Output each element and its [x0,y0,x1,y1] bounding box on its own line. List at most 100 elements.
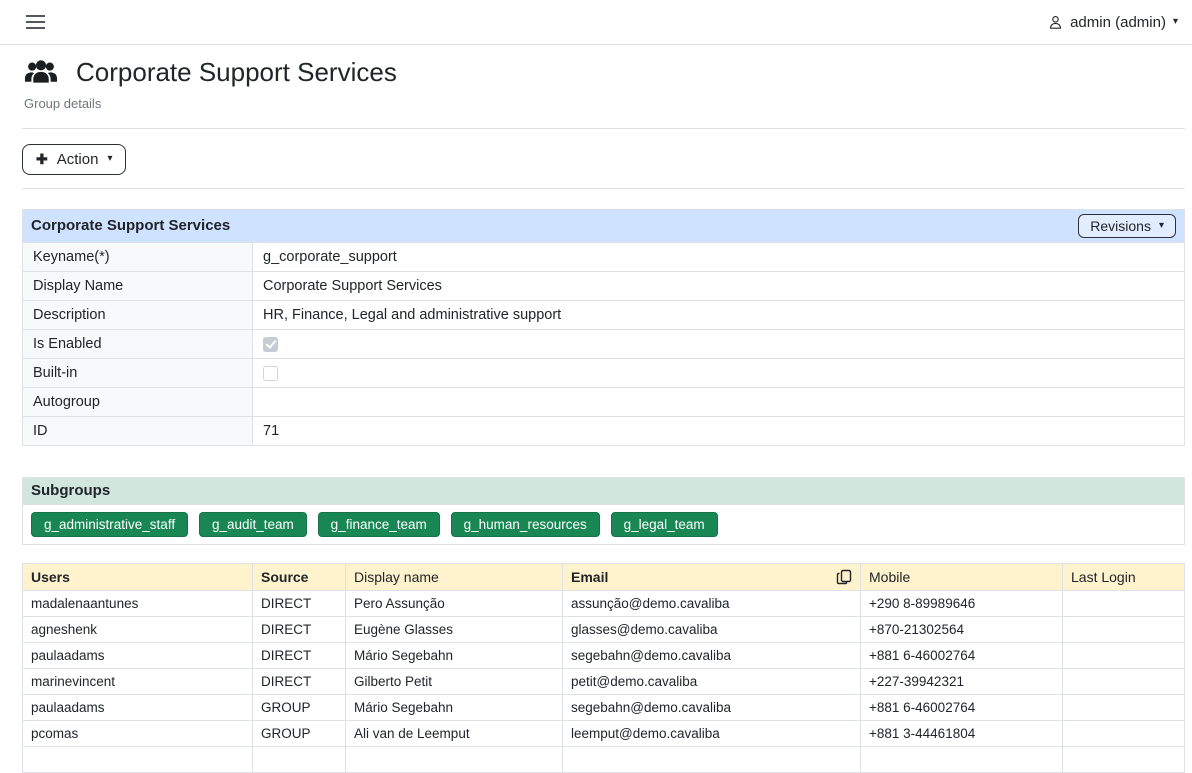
user-mobile: +881 3-44461804 [861,720,1063,746]
subgroup-button[interactable]: g_human_resources [451,512,600,537]
users-header-row: Users Source Display name Email Mo [23,563,1185,590]
user-email: assunção@demo.cavaliba [563,590,861,616]
user-row: pcomas GROUP Ali van de Leemput leemput@… [23,720,1185,746]
user-source: GROUP [253,694,346,720]
detail-row-built-in: Built-in [23,358,1185,387]
user-last-login [1063,616,1185,642]
user-email: glasses@demo.cavaliba [563,616,861,642]
subgroups-cell: g_administrative_staff g_audit_team g_fi… [23,504,1185,544]
user-mobile: +870-21302564 [861,616,1063,642]
action-button-label: Action [57,151,99,168]
user-email: segebahn@demo.cavaliba [563,694,861,720]
user-display-name: Ali van de Leemput [346,720,563,746]
hamburger-menu-icon[interactable] [24,10,47,34]
user-source: DIRECT [253,590,346,616]
subgroups-table: Subgroups g_administrative_staff g_audit… [22,477,1185,545]
user-mobile: +227-39942321 [861,668,1063,694]
built-in-checkbox[interactable] [263,366,278,381]
user-username: paulaadams [23,642,253,668]
col-display-name: Display name [346,563,563,590]
subgroup-button[interactable]: g_administrative_staff [31,512,188,537]
copy-icon[interactable] [836,569,852,585]
page-header: Corporate Support Services [24,58,1185,88]
users-table: Users Source Display name Email Mo [22,563,1185,773]
subgroups-row: g_administrative_staff g_audit_team g_fi… [23,504,1185,544]
col-source: Source [253,563,346,590]
detail-row-autogroup: Autogroup [23,387,1185,416]
user-last-login [1063,720,1185,746]
detail-label: Keyname(*) [23,242,253,271]
page-content: Corporate Support Services Group details… [0,58,1192,773]
chevron-down-icon: ▾ [107,154,112,164]
subgroup-button[interactable]: g_audit_team [199,512,307,537]
detail-row-is-enabled: Is Enabled [23,329,1185,358]
user-username: paulaadams [23,694,253,720]
action-button[interactable]: ✚ Action ▾ [22,144,126,175]
user-menu-label: admin (admin) [1070,14,1166,31]
user-email: petit@demo.cavaliba [563,668,861,694]
user-username: agneshenk [23,616,253,642]
detail-value: HR, Finance, Legal and administrative su… [253,300,1185,329]
user-mobile: +881 6-46002764 [861,694,1063,720]
detail-label: Autogroup [23,387,253,416]
user-row: paulaadams DIRECT Mário Segebahn segebah… [23,642,1185,668]
detail-row-display-name: Display Name Corporate Support Services [23,271,1185,300]
detail-row-description: Description HR, Finance, Legal and admin… [23,300,1185,329]
detail-row-id: ID 71 [23,416,1185,445]
user-email: segebahn@demo.cavaliba [563,642,861,668]
user-last-login [1063,590,1185,616]
subgroup-button[interactable]: g_finance_team [318,512,440,537]
detail-value [253,387,1185,416]
group-details-table: Corporate Support Services Revisions ▾ K… [22,209,1185,446]
detail-row-keyname: Keyname(*) g_corporate_support [23,242,1185,271]
user-source: DIRECT [253,616,346,642]
user-source: DIRECT [253,642,346,668]
col-email-label: Email [571,569,608,585]
detail-label: ID [23,416,253,445]
user-row: paulaadams GROUP Mário Segebahn segebahn… [23,694,1185,720]
subgroup-button[interactable]: g_legal_team [611,512,718,537]
user-source: DIRECT [253,668,346,694]
user-username: madalenaantunes [23,590,253,616]
user-mobile: +290 8-89989646 [861,590,1063,616]
is-enabled-checkbox[interactable] [263,337,278,352]
user-display-name: Pero Assunção [346,590,563,616]
user-row: agneshenk DIRECT Eugène Glasses glasses@… [23,616,1185,642]
user-row-partial [23,746,1185,772]
details-panel-title: Corporate Support Services [31,217,230,234]
user-icon [1048,15,1063,30]
user-email: leemput@demo.cavaliba [563,720,861,746]
revisions-button-label: Revisions [1090,218,1151,234]
detail-value [253,358,1185,387]
chevron-down-icon: ▾ [1173,17,1178,27]
user-username: pcomas [23,720,253,746]
user-last-login [1063,642,1185,668]
chevron-down-icon: ▾ [1159,221,1164,231]
detail-label: Is Enabled [23,329,253,358]
user-display-name: Mário Segebahn [346,642,563,668]
col-users: Users [23,563,253,590]
user-menu[interactable]: admin (admin) ▾ [1048,14,1178,31]
detail-label: Built-in [23,358,253,387]
user-row: madalenaantunes DIRECT Pero Assunção ass… [23,590,1185,616]
divider [22,188,1185,189]
user-last-login [1063,668,1185,694]
detail-label: Display Name [23,271,253,300]
detail-value [253,329,1185,358]
top-navbar: admin (admin) ▾ [0,0,1192,45]
detail-value: g_corporate_support [253,242,1185,271]
plus-icon: ✚ [36,152,48,166]
user-display-name: Mário Segebahn [346,694,563,720]
detail-value: Corporate Support Services [253,271,1185,300]
user-username: marinevincent [23,668,253,694]
detail-label: Description [23,300,253,329]
revisions-button[interactable]: Revisions ▾ [1078,214,1176,238]
detail-value: 71 [253,416,1185,445]
col-email: Email [563,563,861,590]
col-last-login: Last Login [1063,563,1185,590]
user-row: marinevincent DIRECT Gilberto Petit peti… [23,668,1185,694]
divider [22,128,1185,129]
col-mobile: Mobile [861,563,1063,590]
user-display-name: Eugène Glasses [346,616,563,642]
user-mobile: +881 6-46002764 [861,642,1063,668]
